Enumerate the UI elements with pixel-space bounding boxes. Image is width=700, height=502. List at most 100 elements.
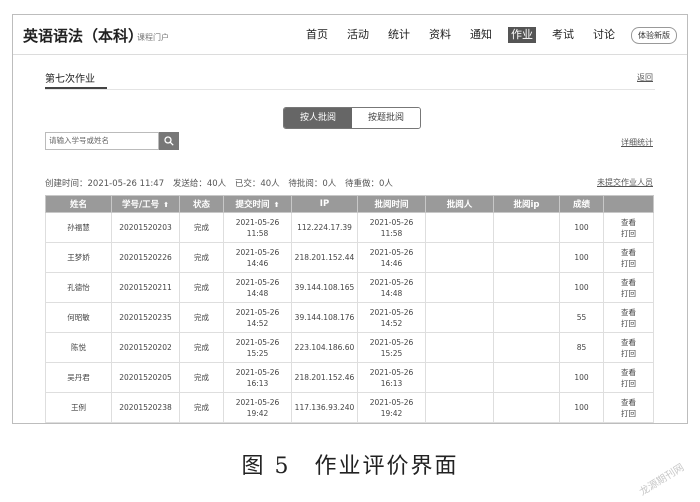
return-link[interactable]: 打回 [604, 378, 653, 389]
review-time-text: 2021-05-26 [369, 217, 414, 227]
view-link[interactable]: 查看 [604, 247, 653, 258]
student-id-text: 20201520226 [119, 253, 172, 262]
cell-student-name: 王例 [45, 392, 112, 423]
review-by-question-button[interactable]: 按题批阅 [352, 108, 420, 128]
submit-time-text: 14:52 [246, 318, 269, 328]
column-header-1[interactable]: 学号/工号 ⬆ [111, 195, 180, 213]
nav-item-6[interactable]: 考试 [549, 27, 577, 43]
score-text: 100 [574, 223, 589, 232]
top-bar: 英语语法（本科） 课程门户 首页活动统计资料通知作业考试讨论管理 体验新版 [13, 15, 687, 55]
cell-student-name: 何昭敏 [45, 302, 112, 333]
student-name-text: 孙福慧 [67, 223, 90, 232]
view-link[interactable]: 查看 [604, 277, 653, 288]
homework-review-screen: 英语语法（本科） 课程门户 首页活动统计资料通知作业考试讨论管理 体验新版 第七… [12, 14, 688, 424]
cell-reviewer [425, 332, 494, 363]
student-name-text: 何昭敏 [67, 313, 90, 322]
cell-review-ip [493, 392, 560, 423]
return-link[interactable]: 打回 [604, 288, 653, 299]
column-header-2: 状态 [179, 195, 224, 213]
view-link[interactable]: 查看 [604, 337, 653, 348]
cell-ip: 39.144.108.176 [291, 302, 358, 333]
score-text: 100 [574, 283, 589, 292]
student-name-text: 吴丹君 [67, 373, 90, 382]
view-link[interactable]: 查看 [604, 397, 653, 408]
cell-submit-time: 2021-05-26 14:46 [223, 242, 292, 273]
nav-item-5[interactable]: 作业 [508, 27, 536, 43]
cell-student-name: 孔德怡 [45, 272, 112, 303]
cell-submit-time: 2021-05-26 15:25 [223, 332, 292, 363]
return-link[interactable]: 打回 [604, 408, 653, 419]
cell-submit-time: 2021-05-26 19:42 [223, 392, 292, 423]
column-header-3[interactable]: 提交时间 ⬆ [223, 195, 292, 213]
cell-ip: 218.201.152.44 [291, 242, 358, 273]
cell-review-time: 2021-05-26 14:46 [357, 242, 426, 273]
return-link[interactable]: 打回 [604, 258, 653, 269]
column-header-label: 成绩 [572, 200, 590, 210]
ip-text: 218.201.152.44 [294, 253, 355, 262]
cell-actions: 查看 打回 [603, 362, 654, 393]
column-header-label: 批阅人 [446, 200, 473, 210]
cell-actions: 查看 打回 [603, 242, 654, 273]
cell-score: 85 [559, 332, 604, 363]
nav-item-7[interactable]: 讨论 [590, 27, 618, 43]
course-title: 英语语法（本科） [23, 27, 144, 45]
cell-submit-time: 2021-05-26 14:52 [223, 302, 292, 333]
return-link[interactable]: 打回 [604, 348, 653, 359]
table-header-row: 姓名 学号/工号 ⬆ 状态 提交时间 ⬆ IP 批阅时间 批阅人 批阅ip 成绩 [45, 195, 654, 213]
status-text: 完成 [194, 283, 209, 292]
cell-student-id: 20201520203 [111, 212, 180, 243]
back-link[interactable]: 返回 [637, 72, 653, 83]
sent-count: 发送给：40人 [172, 179, 227, 189]
nav-item-4[interactable]: 通知 [467, 27, 495, 43]
review-by-person-button[interactable]: 按人批阅 [284, 108, 352, 128]
unsubmitted-students-link[interactable]: 未提交作业人员 [597, 177, 653, 188]
cell-submit-time: 2021-05-26 14:48 [223, 272, 292, 303]
student-id-text: 20201520235 [119, 313, 172, 322]
cell-reviewer [425, 362, 494, 393]
cell-status: 完成 [179, 302, 224, 333]
cell-submit-time: 2021-05-26 11:58 [223, 212, 292, 243]
review-time-text: 14:46 [380, 258, 403, 268]
review-time-text: 2021-05-26 [369, 277, 414, 287]
score-text: 100 [574, 373, 589, 382]
return-link[interactable]: 打回 [604, 228, 653, 239]
cell-ip: 112.224.17.39 [291, 212, 358, 243]
cell-review-ip [493, 332, 560, 363]
main-nav: 首页活动统计资料通知作业考试讨论管理 [303, 27, 672, 43]
ip-text: 39.144.108.165 [294, 283, 355, 292]
column-header-label: 批阅时间 [374, 200, 409, 210]
column-header-4: IP [291, 195, 358, 213]
student-name-text: 陈悦 [71, 343, 86, 352]
cell-student-id: 20201520226 [111, 242, 180, 273]
nav-item-1[interactable]: 活动 [344, 27, 372, 43]
submit-time-text: 2021-05-26 [235, 307, 280, 317]
return-link[interactable]: 打回 [604, 318, 653, 329]
nav-item-3[interactable]: 资料 [426, 27, 454, 43]
cell-score: 100 [559, 272, 604, 303]
view-link[interactable]: 查看 [604, 367, 653, 378]
ip-text: 218.201.152.46 [294, 373, 355, 382]
nav-item-0[interactable]: 首页 [303, 27, 331, 43]
review-time-text: 19:42 [380, 408, 403, 418]
search-input[interactable]: 请输入学号或姓名 [45, 132, 159, 150]
created-time: 创建时间：2021-05-26 11:47 [45, 179, 165, 189]
nav-item-2[interactable]: 统计 [385, 27, 413, 43]
experience-new-version-button[interactable]: 体验新版 [631, 27, 677, 44]
sort-arrow-icon[interactable]: ⬆ [163, 201, 169, 209]
cell-score: 100 [559, 392, 604, 423]
cell-ip: 223.104.186.60 [291, 332, 358, 363]
review-time-text: 2021-05-26 [369, 247, 414, 257]
sort-arrow-icon[interactable]: ⬆ [274, 201, 280, 209]
cell-review-time: 2021-05-26 19:42 [357, 392, 426, 423]
view-link[interactable]: 查看 [604, 217, 653, 228]
detailed-statistics-link[interactable]: 详细统计 [621, 137, 653, 148]
review-mode-toggle: 按人批阅 按题批阅 [283, 107, 421, 129]
search-button[interactable] [159, 132, 179, 150]
cell-student-id: 20201520205 [111, 362, 180, 393]
course-portal-link[interactable]: 课程门户 [137, 32, 169, 43]
cell-student-id: 20201520202 [111, 332, 180, 363]
view-link[interactable]: 查看 [604, 307, 653, 318]
cell-actions: 查看 打回 [603, 212, 654, 243]
submit-time-text: 15:25 [246, 348, 269, 358]
student-id-text: 20201520203 [119, 223, 172, 232]
